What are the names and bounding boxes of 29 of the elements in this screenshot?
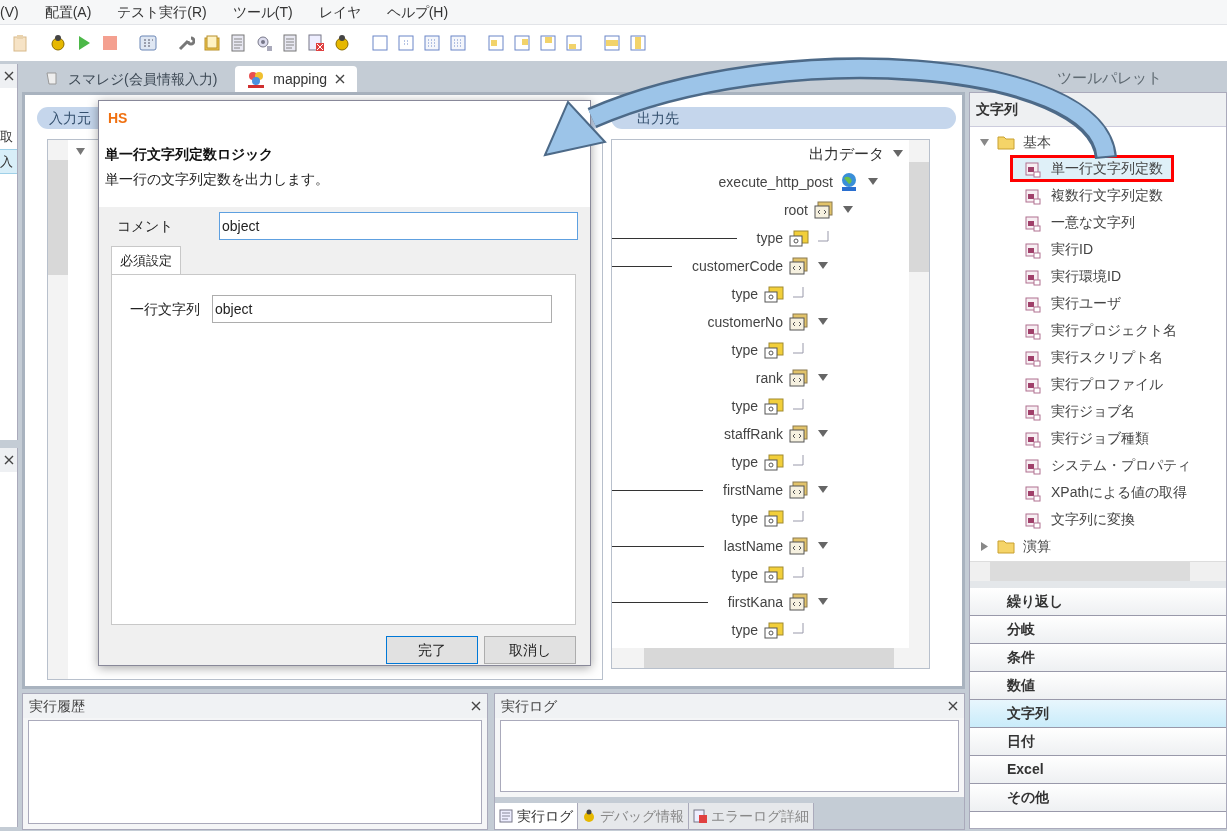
dialog-description: 単一行の文字列定数を出力します。 <box>104 170 330 189</box>
panel-title: 実行履歴 <box>29 696 85 716</box>
tree-node-label: type <box>731 284 758 304</box>
tree-node-label: firstKana <box>727 592 783 612</box>
tree-node-label: type <box>731 452 758 472</box>
tree-node-label: staffRank <box>724 424 783 444</box>
section-title: 入力元 <box>49 108 91 128</box>
tree-node-label: firstName <box>723 480 783 500</box>
tree-node-label: type <box>731 564 758 584</box>
tree-node-label: root <box>783 200 808 220</box>
tree-node-label: customerNo <box>707 312 783 332</box>
panel-title: 実行ログ <box>501 696 557 716</box>
dialog-heading: 単一行文字列定数ロジック <box>104 145 274 164</box>
tree-node-label: rank <box>755 368 783 388</box>
tree-node-label: type <box>731 508 758 528</box>
tree-node-label: type <box>756 228 783 248</box>
tree-node-label: type <box>731 340 758 360</box>
tree-node-label: 出力データ <box>809 143 884 164</box>
dialog-title: HS <box>108 109 128 128</box>
tree-node-label: execute_http_post <box>718 172 833 192</box>
tree-node-label: customerCode <box>691 256 783 276</box>
section-title: 出力先 <box>637 108 679 128</box>
tree-node-label: type <box>731 620 758 640</box>
field-label: 一行文字列 <box>130 299 201 319</box>
tree-node-label: type <box>731 396 758 416</box>
tree-node-label: lastName <box>723 536 783 556</box>
section-title: 文字列 <box>976 100 1018 119</box>
field-label: コメント <box>116 216 174 236</box>
panel-title: ツールパレット <box>1057 67 1162 88</box>
